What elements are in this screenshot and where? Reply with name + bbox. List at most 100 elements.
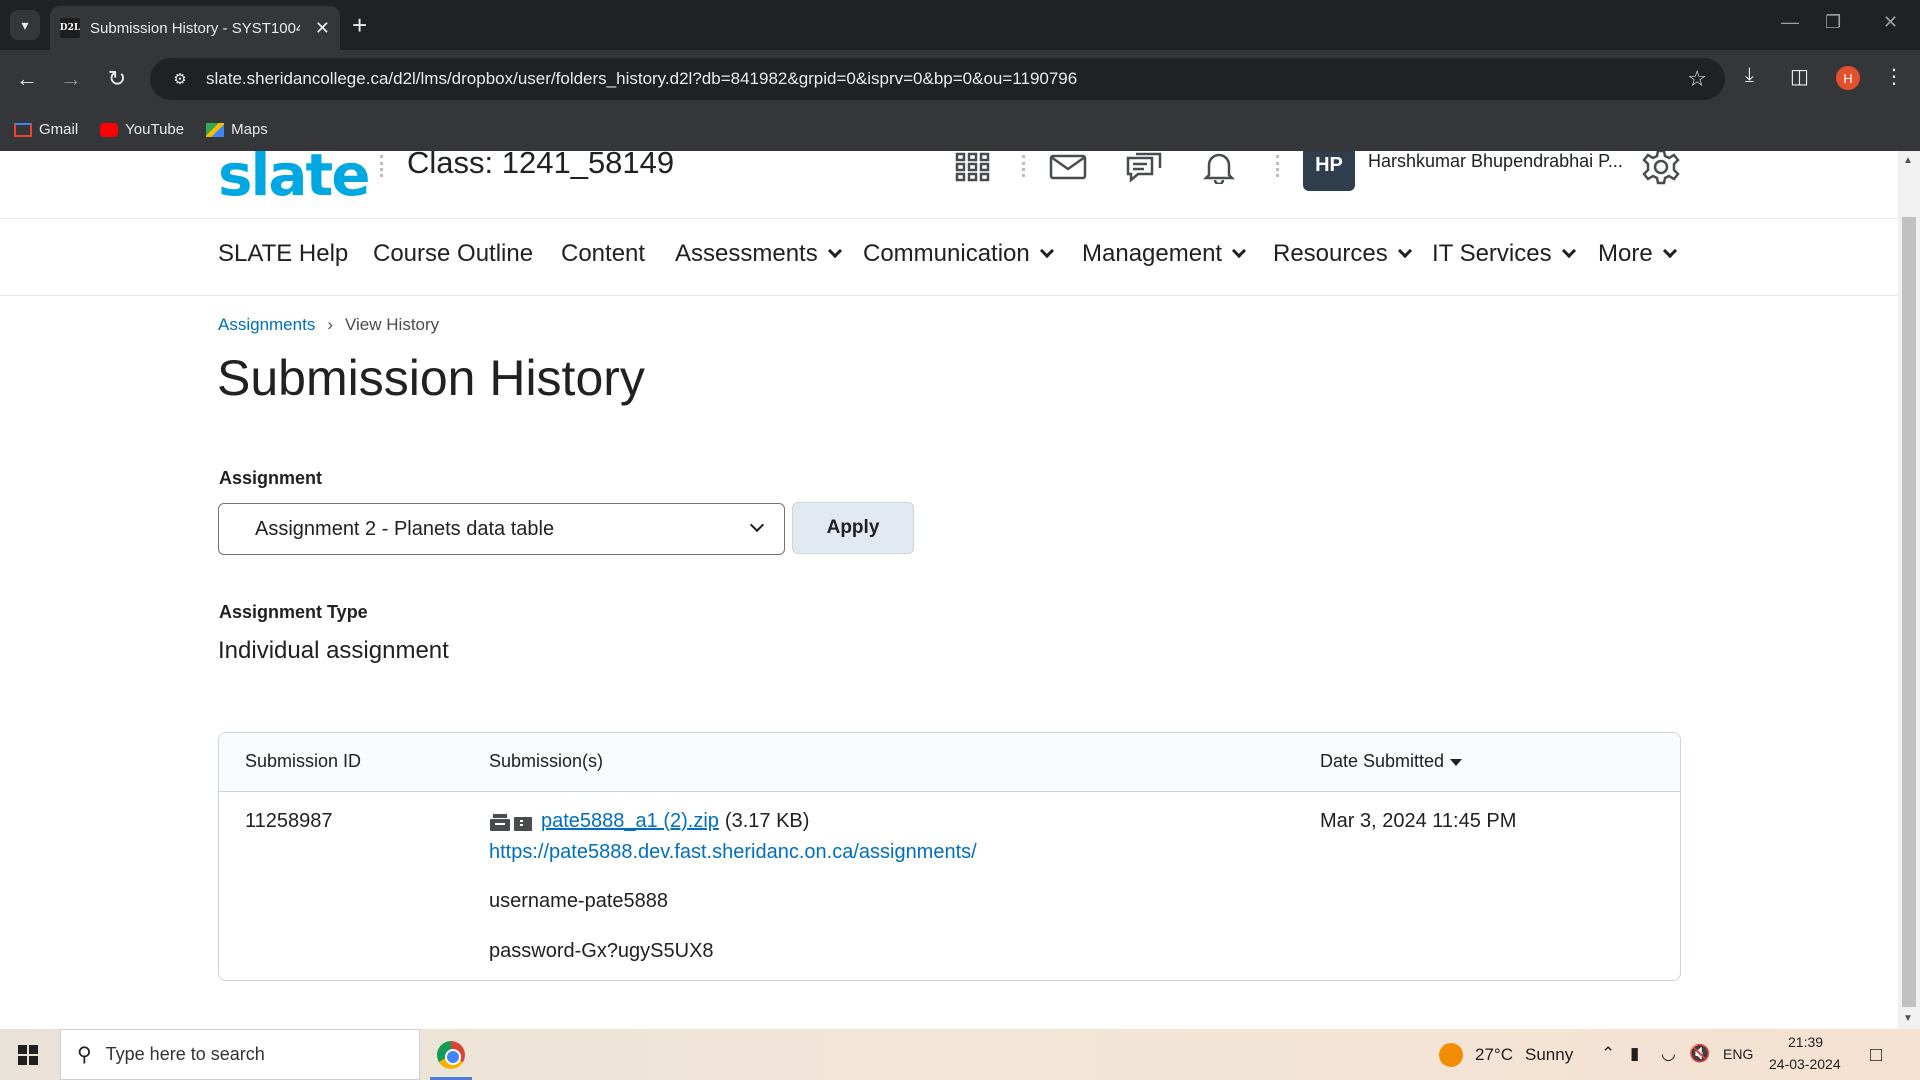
chrome-taskbar-icon[interactable] [437, 1041, 465, 1069]
back-icon[interactable]: ← [12, 64, 42, 94]
course-navbar: SLATE Help Course Outline Content Assess… [0, 220, 1898, 296]
bookmark-star-icon[interactable]: ☆ [1687, 66, 1707, 92]
nav-resources[interactable]: Resources [1273, 240, 1412, 268]
windows-start-icon[interactable] [18, 1045, 38, 1065]
nav-label: Communication [863, 240, 1030, 267]
column-header-date[interactable]: Date Submitted [1320, 751, 1463, 772]
bookmark-youtube[interactable]: YouTube [100, 121, 184, 138]
bookmark-maps[interactable]: Maps [206, 121, 268, 138]
assignment-select-value: Assignment 2 - Planets data table [255, 517, 555, 540]
breadcrumb-current: View History [345, 315, 440, 334]
class-title[interactable]: Class: 1241_58149 [407, 151, 674, 181]
reload-icon[interactable]: ↻ [102, 64, 132, 94]
restore-icon[interactable]: ❐ [1825, 12, 1841, 33]
tab-close-icon[interactable]: ✕ [315, 18, 330, 39]
mail-icon[interactable] [1048, 151, 1088, 185]
chat-icon[interactable] [1124, 151, 1164, 185]
scroll-down-icon[interactable]: ▼ [1903, 1013, 1913, 1024]
scroll-thumb[interactable] [1902, 217, 1916, 1007]
browser-tab-active[interactable]: D2L Submission History - SYST1004 ✕ [50, 6, 340, 50]
taskbar-search-placeholder: Type here to search [105, 1044, 265, 1064]
bookmark-label: YouTube [125, 121, 185, 138]
weather-condition[interactable]: Sunny [1525, 1045, 1573, 1065]
nav-label: More [1598, 240, 1653, 267]
submission-table: Submission ID Submission(s) Date Submitt… [218, 732, 1681, 981]
nav-more[interactable]: More [1598, 240, 1677, 268]
tab-strip: ▾ D2L Submission History - SYST1004 ✕ + … [0, 0, 1920, 50]
forward-icon[interactable]: → [56, 64, 86, 94]
page-scrollbar[interactable]: ▲ ▼ [1898, 151, 1920, 1029]
page-title: Submission History [217, 350, 645, 406]
clock-time[interactable]: 21:39 [1788, 1034, 1823, 1050]
nav-content[interactable]: Content [561, 240, 645, 268]
profile-avatar[interactable]: H [1836, 66, 1860, 90]
breadcrumb-separator: › [327, 315, 333, 334]
site-info-icon[interactable]: ⚙ [160, 70, 200, 88]
assignment-type-value: Individual assignment [218, 637, 449, 664]
breadcrumb: Assignments › View History [218, 315, 439, 335]
waffle-grid-icon[interactable] [953, 151, 993, 185]
nav-slate-help[interactable]: SLATE Help [218, 240, 348, 268]
side-panel-icon[interactable]: ◫ [1790, 64, 1809, 89]
chevron-down-icon [749, 517, 765, 533]
assignment-select[interactable]: Assignment 2 - Planets data table [218, 503, 785, 555]
weather-temp[interactable]: 27°C [1475, 1045, 1513, 1065]
taskbar-search[interactable]: ⚲ Type here to search [60, 1029, 420, 1080]
notifications-icon[interactable]: □ [1870, 1044, 1882, 1067]
user-avatar[interactable]: HP [1303, 151, 1355, 191]
bookmark-label: Gmail [39, 121, 79, 138]
gmail-icon [14, 122, 32, 137]
submission-username: username-pate5888 [489, 890, 669, 912]
search-icon: ⚲ [77, 1044, 92, 1066]
column-header-id: Submission ID [245, 751, 362, 771]
bookmark-label: Maps [231, 121, 268, 138]
submission-file: pate5888_a1 (2).zip (3.17 KB) [489, 810, 809, 833]
language-indicator[interactable]: ENG [1723, 1046, 1753, 1062]
chevron-up-icon[interactable]: ⌃ [1601, 1044, 1615, 1064]
sun-icon[interactable] [1439, 1043, 1463, 1067]
nav-label: IT Services [1432, 240, 1552, 267]
nav-label: Content [561, 240, 646, 267]
nav-label: Course Outline [373, 240, 534, 267]
address-bar[interactable]: ⚙ slate.sheridancollege.ca/d2l/lms/dropb… [150, 58, 1725, 100]
breadcrumb-assignments-link[interactable]: Assignments [218, 315, 315, 335]
submission-url-link[interactable]: https://pate5888.dev.fast.sheridanc.on.c… [489, 841, 977, 864]
chevron-down-icon [827, 243, 842, 259]
zip-file-link[interactable]: pate5888_a1 (2).zip [541, 810, 719, 833]
table-header: Submission ID Submission(s) Date Submitt… [219, 733, 1680, 792]
tab-search-button[interactable]: ▾ [10, 10, 40, 40]
user-name[interactable]: Harshkumar Bhupendrabhai P... [1368, 151, 1623, 172]
nav-label: Resources [1273, 240, 1388, 267]
clock-date[interactable]: 24-03-2024 [1769, 1056, 1841, 1072]
sort-desc-icon [1450, 758, 1463, 766]
minimize-icon[interactable]: — [1781, 12, 1799, 33]
wifi-icon[interactable]: ◡ [1661, 1044, 1676, 1064]
nav-management[interactable]: Management [1082, 240, 1247, 268]
gear-icon[interactable] [1641, 151, 1681, 185]
battery-icon[interactable]: ▮ [1630, 1044, 1639, 1064]
nav-communication[interactable]: Communication [863, 240, 1054, 268]
bookmark-gmail[interactable]: Gmail [14, 121, 78, 138]
download-icon[interactable]: ⤓ [1745, 64, 1754, 87]
submission-date: Mar 3, 2024 11:45 PM [1320, 810, 1517, 832]
chevron-down-icon [1561, 243, 1576, 259]
new-tab-button[interactable]: + [352, 10, 367, 40]
bell-icon[interactable] [1199, 151, 1239, 185]
page-content: slate Class: 1241_58149 HP Harshkumar Bh… [0, 151, 1898, 1029]
menu-icon[interactable]: ⋮ [1884, 64, 1904, 89]
nav-assessments[interactable]: Assessments [675, 240, 842, 268]
nav-course-outline[interactable]: Course Outline [373, 240, 533, 268]
nav-label: Management [1082, 240, 1223, 267]
scroll-up-icon[interactable]: ▲ [1903, 155, 1913, 166]
column-header-submissions: Submission(s) [489, 751, 604, 771]
address-url: slate.sheridancollege.ca/d2l/lms/dropbox… [206, 69, 1078, 88]
d2l-favicon-icon: D2L [60, 18, 80, 38]
submission-id: 11258987 [245, 810, 333, 832]
chevron-down-icon [1039, 243, 1054, 259]
nav-it-services[interactable]: IT Services [1432, 240, 1576, 268]
slate-logo[interactable]: slate [218, 151, 371, 205]
nav-label: SLATE Help [218, 240, 349, 267]
apply-button[interactable]: Apply [792, 502, 914, 554]
close-window-icon[interactable]: ✕ [1883, 12, 1898, 33]
volume-muted-icon[interactable]: 🔇 [1689, 1044, 1710, 1064]
